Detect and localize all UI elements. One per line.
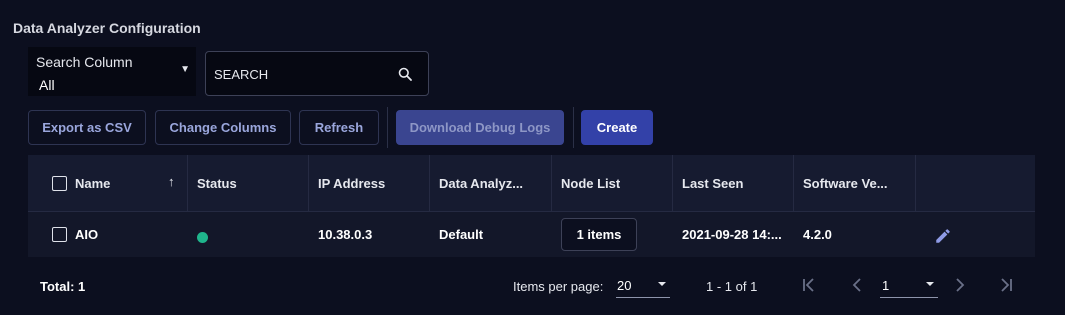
toolbar-divider xyxy=(573,107,574,148)
download-debug-logs-button[interactable]: Download Debug Logs xyxy=(396,110,564,145)
column-header-software-version[interactable]: Software Ve... xyxy=(803,155,888,211)
cell-data-analyzer: Default xyxy=(439,227,484,242)
search-icon[interactable] xyxy=(398,67,412,81)
node-list-button[interactable]: 1 items xyxy=(561,218,637,251)
first-page-icon[interactable] xyxy=(800,276,818,294)
cell-ip-address: 10.38.0.3 xyxy=(318,227,373,242)
current-page-value: 1 xyxy=(882,278,890,293)
column-header-data-analyzer[interactable]: Data Analyz... xyxy=(439,155,523,211)
change-columns-button[interactable]: Change Columns xyxy=(155,110,291,145)
total-count: Total: 1 xyxy=(40,279,86,294)
chevron-right-icon[interactable] xyxy=(951,276,969,294)
chevron-down-icon xyxy=(926,282,934,286)
column-divider xyxy=(672,155,673,211)
table-row[interactable]: AIO 10.38.0.3 Default 1 items 2021-09-28… xyxy=(28,211,1035,257)
search-input[interactable] xyxy=(214,64,394,84)
column-divider xyxy=(429,155,430,211)
column-divider xyxy=(793,155,794,211)
chevron-down-icon xyxy=(658,282,666,286)
cell-software-version: 4.2.0 xyxy=(803,227,832,242)
items-per-page-select[interactable]: 20 xyxy=(616,274,670,298)
last-page-icon[interactable] xyxy=(997,276,1015,294)
column-header-name[interactable]: Name xyxy=(75,155,110,211)
page-title: Data Analyzer Configuration xyxy=(13,20,201,36)
status-online-indicator xyxy=(197,232,208,243)
search-column-value: All xyxy=(39,77,55,93)
export-csv-button[interactable]: Export as CSV xyxy=(28,110,146,145)
search-column-select[interactable]: Search Column All ▼ xyxy=(28,47,196,96)
pencil-icon[interactable] xyxy=(934,227,952,245)
chevron-down-icon: ▼ xyxy=(180,64,190,75)
column-header-last-seen[interactable]: Last Seen xyxy=(682,155,743,211)
arrow-up-icon[interactable]: ↑ xyxy=(168,174,175,189)
items-per-page-value: 20 xyxy=(617,278,632,293)
search-column-label: Search Column xyxy=(36,54,133,70)
column-header-node-list[interactable]: Node List xyxy=(561,155,620,211)
row-checkbox[interactable] xyxy=(52,227,67,242)
refresh-button[interactable]: Refresh xyxy=(299,110,379,145)
column-divider xyxy=(187,155,188,211)
table-footer: Total: 1 Items per page: 20 1 - 1 of 1 1 xyxy=(28,258,1035,315)
column-divider xyxy=(551,155,552,211)
column-divider xyxy=(308,155,309,211)
create-button[interactable]: Create xyxy=(581,110,653,145)
page-range: 1 - 1 of 1 xyxy=(706,279,758,294)
table-header: Name ↑ Status IP Address Data Analyz... … xyxy=(28,155,1035,211)
cell-name: AIO xyxy=(75,227,99,242)
toolbar-divider xyxy=(387,107,388,148)
items-per-page-label: Items per page: xyxy=(513,279,604,294)
column-header-ip-address[interactable]: IP Address xyxy=(318,155,385,211)
column-header-status[interactable]: Status xyxy=(197,155,237,211)
chevron-left-icon[interactable] xyxy=(848,276,866,294)
select-all-checkbox[interactable] xyxy=(52,176,67,191)
search-box[interactable] xyxy=(205,51,429,96)
cell-last-seen: 2021-09-28 14:... xyxy=(682,227,782,242)
column-divider xyxy=(915,155,916,211)
page-number-select[interactable]: 1 xyxy=(880,274,938,298)
